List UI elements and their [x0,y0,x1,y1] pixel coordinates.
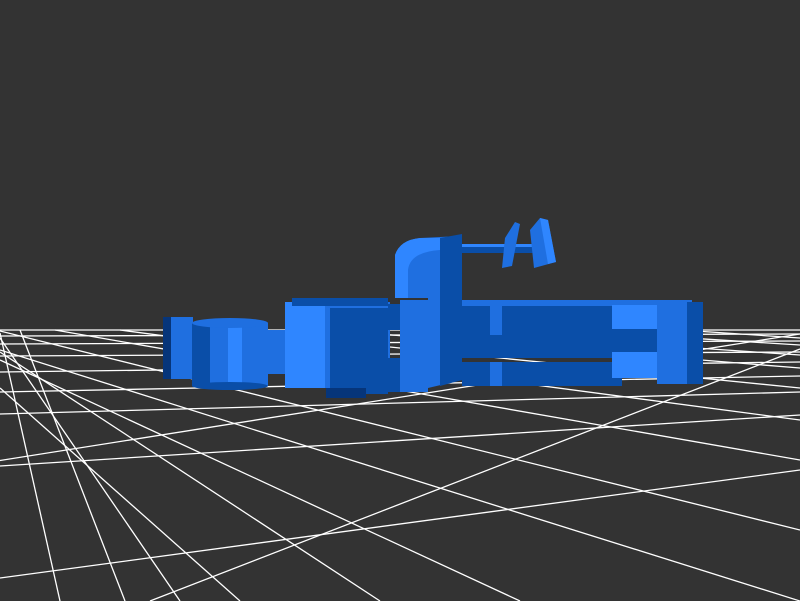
model-rail-notch-1 [490,305,502,335]
model-arm-side [440,234,462,386]
model-rail-end-top [612,305,657,329]
model-rail-end-bottom [612,352,657,378]
model-rail-notch-2 [490,362,502,386]
model-rail-end-side [687,302,703,384]
model-cylinder-shade [192,323,210,386]
model-left-cap-edge [163,317,171,379]
model-cylinder-bottom [192,382,268,390]
model-upright [400,300,428,392]
model-housing-top [292,298,388,306]
model-housing-face [285,302,325,388]
model-housing-side [330,308,388,394]
model-rail-end-block [657,300,687,384]
model-cylinder-top [192,318,268,328]
viewport-canvas[interactable] [0,0,800,601]
model-rail-lower [462,362,622,386]
model-cylinder-highlight [228,323,242,386]
3d-viewport[interactable] [0,0,800,601]
model-housing-base [326,388,366,398]
